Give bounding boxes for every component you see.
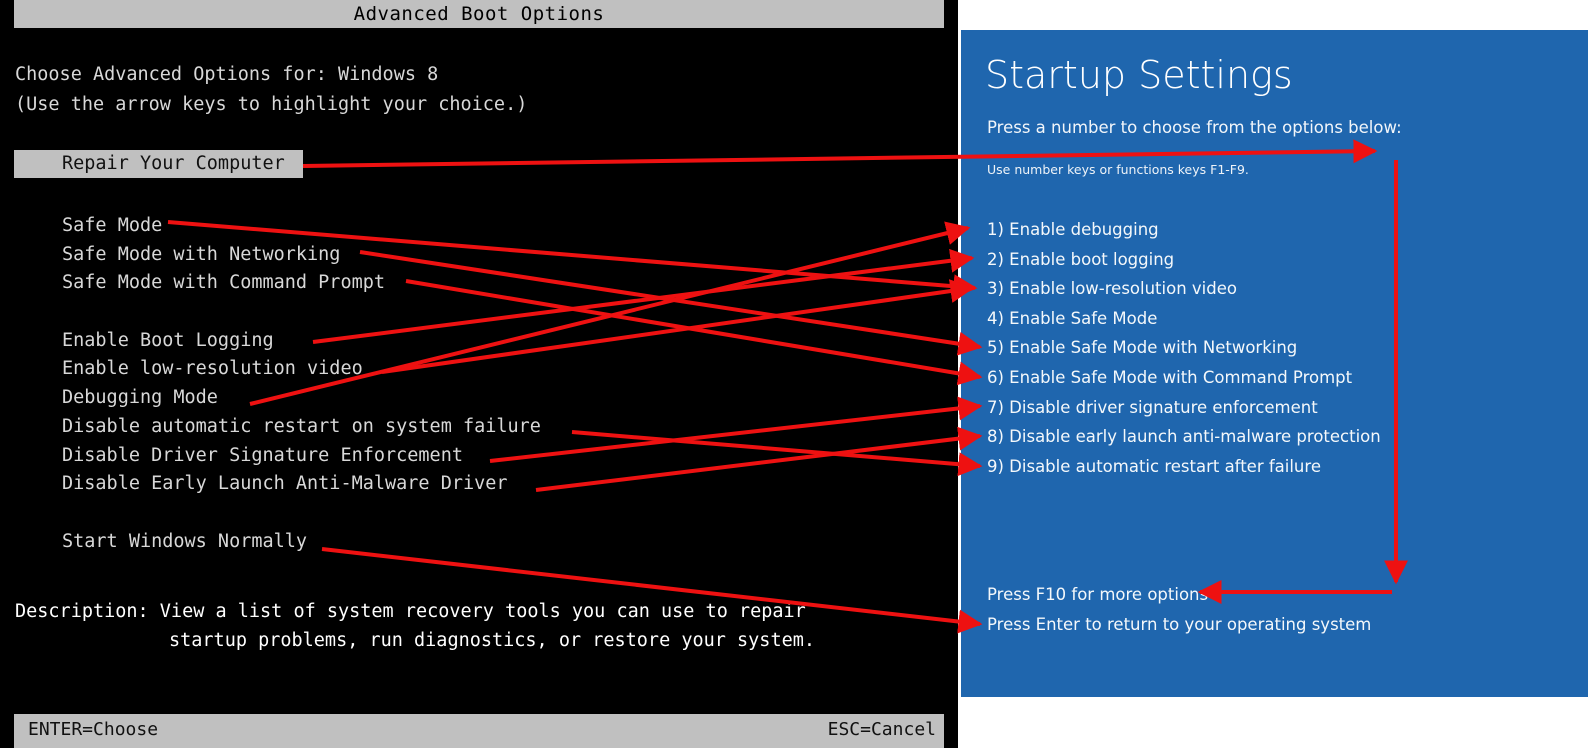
boot-options-description-line-2: startup problems, run diagnostics, or re… bbox=[169, 630, 816, 651]
boot-option-disable-driver-sig[interactable]: Disable Driver Signature Enforcement bbox=[62, 442, 541, 471]
startup-settings-screen: Startup Settings Press a number to choos… bbox=[961, 30, 1588, 697]
startup-option-6-safe-mode-cmd[interactable]: 6) Enable Safe Mode with Command Prompt bbox=[987, 363, 1381, 393]
startup-footer-press-f10[interactable]: Press F10 for more options bbox=[987, 580, 1371, 610]
startup-option-9-disable-auto-restart[interactable]: 9) Disable automatic restart after failu… bbox=[987, 452, 1381, 482]
boot-option-low-resolution-video[interactable]: Enable low-resolution video bbox=[62, 355, 541, 384]
startup-option-8-disable-early-launch[interactable]: 8) Disable early launch anti-malware pro… bbox=[987, 422, 1381, 452]
status-enter-choose: ENTER=Choose bbox=[28, 719, 159, 740]
boot-option-safe-mode[interactable]: Safe Mode bbox=[62, 212, 541, 241]
boot-option-disable-auto-restart[interactable]: Disable automatic restart on system fail… bbox=[62, 413, 541, 442]
startup-option-3-low-resolution-video[interactable]: 3) Enable low-resolution video bbox=[987, 274, 1381, 304]
advanced-boot-options-screen: Advanced Boot Options Choose Advanced Op… bbox=[0, 0, 958, 748]
startup-option-4-enable-safe-mode[interactable]: 4) Enable Safe Mode bbox=[987, 304, 1381, 334]
boot-option-start-windows-normally[interactable]: Start Windows Normally bbox=[62, 528, 541, 557]
startup-settings-options-list: 1) Enable debugging 2) Enable boot loggi… bbox=[987, 215, 1381, 481]
startup-footer-press-enter[interactable]: Press Enter to return to your operating … bbox=[987, 610, 1371, 640]
boot-option-repair-your-computer[interactable]: Repair Your Computer bbox=[14, 150, 303, 178]
boot-option-repair-label: Repair Your Computer bbox=[62, 153, 285, 174]
startup-option-7-disable-driver-sig[interactable]: 7) Disable driver signature enforcement bbox=[987, 393, 1381, 423]
startup-settings-title: Startup Settings bbox=[985, 53, 1293, 97]
screenshot-root: Advanced Boot Options Choose Advanced Op… bbox=[0, 0, 1588, 748]
startup-settings-footer: Press F10 for more options Press Enter t… bbox=[987, 580, 1371, 640]
boot-option-disable-early-launch[interactable]: Disable Early Launch Anti-Malware Driver bbox=[62, 470, 541, 499]
boot-options-status-bar: ENTER=Choose ESC=Cancel bbox=[14, 714, 944, 748]
boot-options-spacer-2 bbox=[62, 499, 541, 528]
boot-options-spacer-1 bbox=[62, 298, 541, 327]
startup-option-2-enable-boot-logging[interactable]: 2) Enable boot logging bbox=[987, 245, 1381, 275]
startup-option-1-enable-debugging[interactable]: 1) Enable debugging bbox=[987, 215, 1381, 245]
startup-settings-hint: Use number keys or functions keys F1-F9. bbox=[987, 162, 1249, 177]
status-esc-cancel: ESC=Cancel bbox=[827, 719, 936, 740]
boot-options-intro-line-1: Choose Advanced Options for: Windows 8 bbox=[15, 64, 439, 85]
advanced-boot-options-title: Advanced Boot Options bbox=[14, 0, 944, 28]
startup-settings-prompt: Press a number to choose from the option… bbox=[987, 118, 1402, 137]
boot-option-enable-boot-logging[interactable]: Enable Boot Logging bbox=[62, 327, 541, 356]
startup-option-5-safe-mode-networking[interactable]: 5) Enable Safe Mode with Networking bbox=[987, 333, 1381, 363]
boot-options-description: Description: View a list of system recov… bbox=[15, 597, 815, 655]
boot-option-safe-mode-cmd[interactable]: Safe Mode with Command Prompt bbox=[62, 269, 541, 298]
boot-options-list: Safe Mode Safe Mode with Networking Safe… bbox=[62, 212, 541, 556]
boot-option-safe-mode-networking[interactable]: Safe Mode with Networking bbox=[62, 241, 541, 270]
boot-options-description-line-1: Description: View a list of system recov… bbox=[15, 601, 806, 622]
boot-option-debugging-mode[interactable]: Debugging Mode bbox=[62, 384, 541, 413]
boot-options-intro-line-2: (Use the arrow keys to highlight your ch… bbox=[15, 94, 528, 115]
